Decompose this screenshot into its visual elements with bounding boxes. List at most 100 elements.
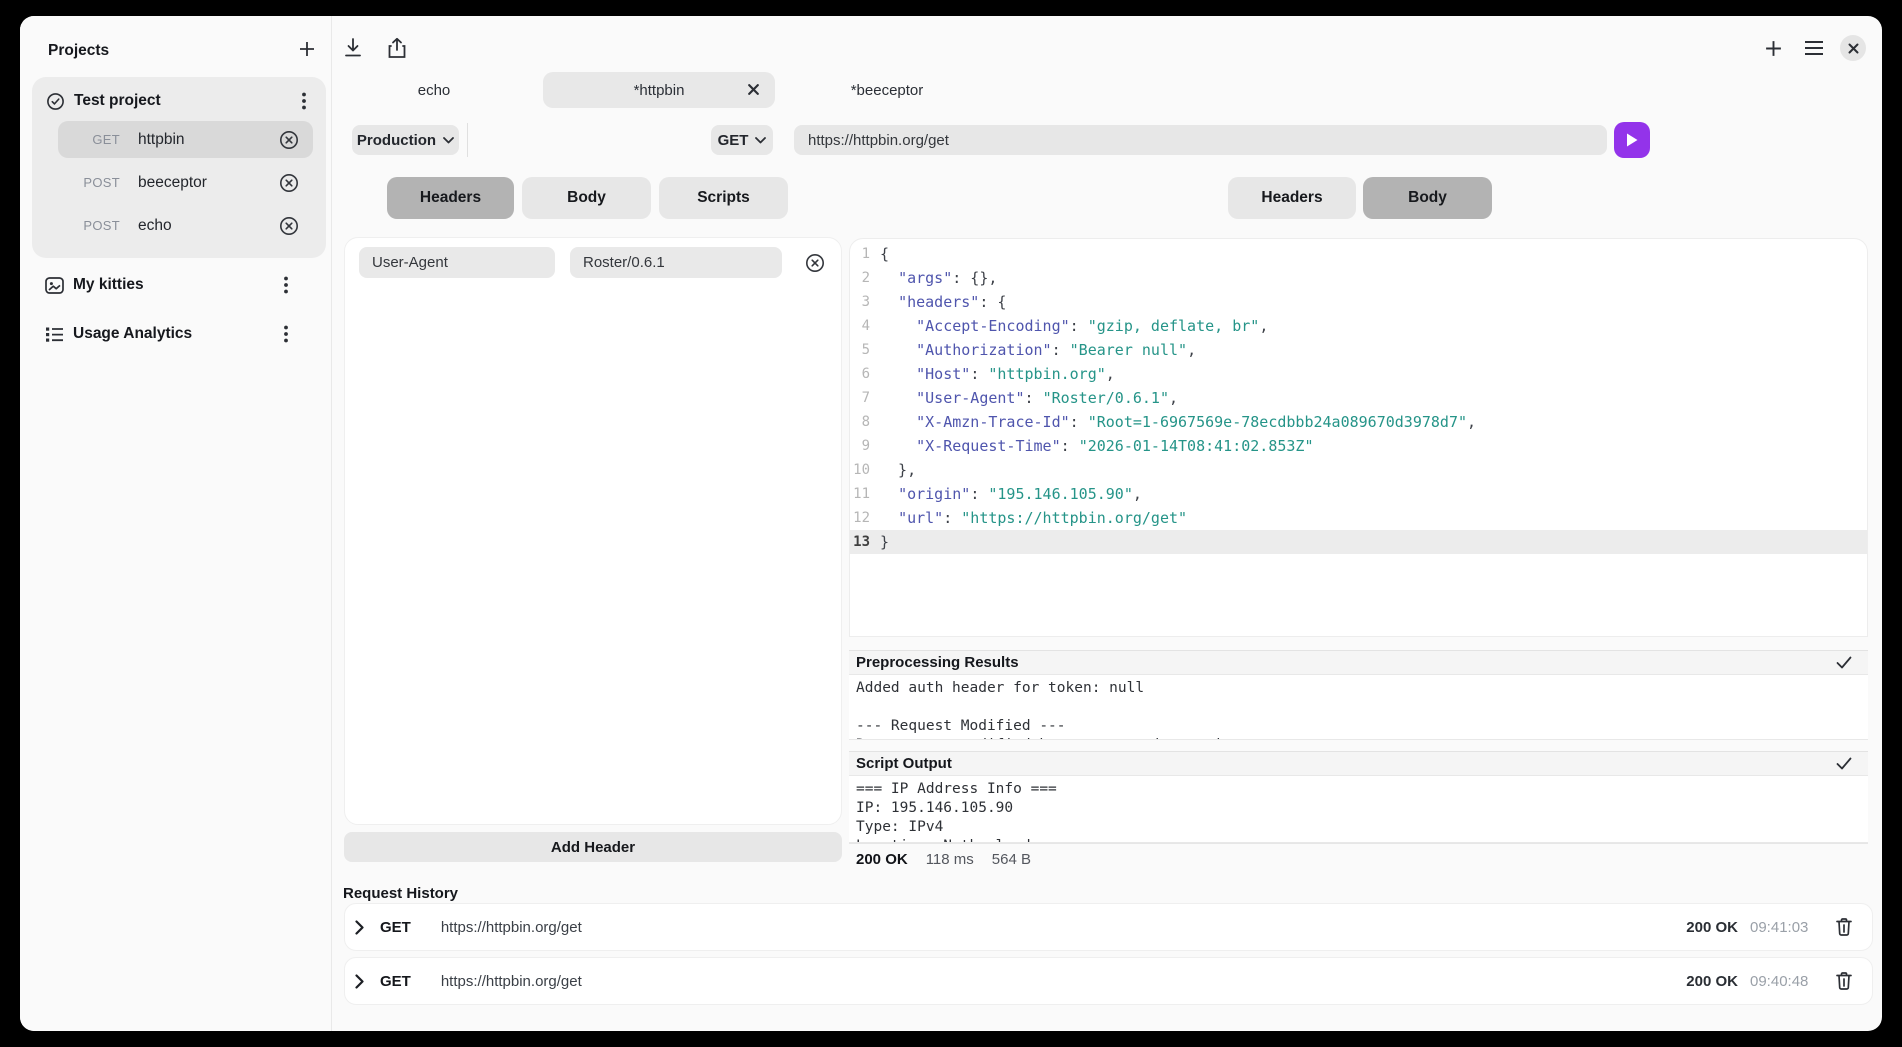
delete-history-button[interactable] [1836,972,1852,990]
x-circle-icon [279,130,299,150]
code-text: } [880,533,889,551]
tab-label: *httpbin [634,82,685,99]
add-project-button[interactable] [294,36,320,62]
line-number: 9 [850,438,880,454]
history-title: Request History [343,885,458,902]
download-button[interactable] [340,35,366,61]
tab-label: echo [418,82,451,99]
code-line-7: 7 "User-Agent": "Roster/0.6.1", [850,386,1867,410]
chevron-right-icon[interactable] [355,920,371,935]
code-line-11: 11 "origin": "195.146.105.90", [850,482,1867,506]
code-line-4: 4 "Accept-Encoding": "gzip, deflate, br"… [850,314,1867,338]
x-circle-icon [279,216,299,236]
preprocessing-results-output: Added auth header for token: null --- Re… [849,674,1868,740]
output-line: IP: 195.146.105.90 [856,799,1868,818]
line-number: 1 [850,246,880,262]
image-icon [45,277,64,294]
line-number: 11 [850,486,880,502]
history-row[interactable]: GET https://httpbin.org/get 200 OK 09:40… [344,957,1873,1005]
request-name: beeceptor [138,174,207,192]
sidebar-item-usage-analytics[interactable]: Usage Analytics [32,319,320,349]
play-icon [1625,132,1639,148]
tab-httpbin-active[interactable]: *httpbin [543,72,775,108]
plus-icon [298,40,316,58]
history-url: https://httpbin.org/get [441,919,582,936]
menu-button[interactable] [1801,35,1827,61]
code-line-10: 10 }, [850,458,1867,482]
status-time: 118 ms [926,851,974,868]
status-size: 564 B [992,851,1031,868]
request-name: echo [138,217,172,235]
method-dropdown[interactable]: GET [711,125,773,155]
sidebar-item-httpbin[interactable]: GET httpbin [58,121,313,158]
code-line-1: 1{ [850,242,1867,266]
tab-echo[interactable]: echo [384,72,484,108]
response-body-viewer[interactable]: 1{2 "args": {},3 "headers": {4 "Accept-E… [849,238,1868,637]
history-status: 200 OK [1686,973,1738,990]
tab-request-scripts[interactable]: Scripts [659,177,788,219]
add-header-button[interactable]: Add Header [344,832,842,862]
project-group: Test project GET httpbin POS [32,77,326,258]
tab-request-headers[interactable]: Headers [387,177,514,219]
header-key-input[interactable]: User-Agent [359,247,555,278]
code-text: { [880,245,889,263]
line-number: 7 [850,390,880,406]
check-icon [1836,757,1852,770]
code-line-3: 3 "headers": { [850,290,1867,314]
remove-request-button[interactable] [279,173,299,193]
output-line: Request was modified by preprocessing sc… [856,736,1868,740]
header-key-value: User-Agent [372,254,448,271]
remove-header-button[interactable] [805,253,825,273]
kebab-icon [284,276,288,294]
remove-request-button[interactable] [279,216,299,236]
script-output-header: Script Output [849,751,1868,775]
preprocessing-results-header: Preprocessing Results [849,650,1868,674]
tab-label: Headers [420,189,481,207]
close-tab-button[interactable] [747,83,760,96]
history-url: https://httpbin.org/get [441,973,582,990]
kitties-menu-button[interactable] [277,274,295,296]
new-tab-button[interactable] [1760,35,1786,61]
environment-dropdown[interactable]: Production [352,125,459,155]
request-name: httpbin [138,131,185,149]
tab-beeceptor[interactable]: *beeceptor [837,72,937,108]
x-circle-icon [279,173,299,193]
share-button[interactable] [384,35,410,61]
tab-request-body[interactable]: Body [522,177,651,219]
history-row[interactable]: GET https://httpbin.org/get 200 OK 09:41… [344,903,1873,951]
tab-label: Headers [1261,189,1322,207]
history-status: 200 OK [1686,919,1738,936]
analytics-menu-button[interactable] [277,323,295,345]
line-number: 5 [850,342,880,358]
close-window-button[interactable] [1840,35,1866,61]
header-row: User-Agent Roster/0.6.1 [359,247,827,278]
status-code: 200 OK [856,851,908,868]
url-input[interactable]: https://httpbin.org/get [794,125,1607,155]
project-menu-button[interactable] [295,90,313,112]
header-value-input[interactable]: Roster/0.6.1 [570,247,782,278]
remove-request-button[interactable] [279,130,299,150]
line-number: 2 [850,270,880,286]
code-text: "X-Amzn-Trace-Id": "Root=1-6967569e-78ec… [880,413,1476,431]
header-value-value: Roster/0.6.1 [583,254,665,271]
chevron-down-icon [443,137,454,144]
sidebar-item-my-kitties[interactable]: My kitties [32,270,320,300]
code-line-6: 6 "Host": "httpbin.org", [850,362,1867,386]
sidebar-item-echo[interactable]: POST echo [58,207,313,244]
kebab-icon [302,92,306,110]
output-line: Type: IPv4 [856,818,1868,837]
output-line: === IP Address Info === [856,780,1868,799]
chevron-right-icon[interactable] [355,974,371,989]
send-request-button[interactable] [1614,122,1650,158]
project-header[interactable]: Test project [46,87,313,115]
trash-icon [1836,972,1852,990]
tab-label: Body [1408,189,1447,207]
tab-label: *beeceptor [851,82,924,99]
sidebar-title: Projects [48,42,109,60]
tab-response-headers[interactable]: Headers [1228,177,1356,219]
code-lines: 1{2 "args": {},3 "headers": {4 "Accept-E… [850,242,1867,554]
delete-history-button[interactable] [1836,918,1852,936]
sidebar-item-beeceptor[interactable]: POST beeceptor [58,164,313,201]
tab-response-body[interactable]: Body [1363,177,1492,219]
code-line-13: 13} [850,530,1867,554]
